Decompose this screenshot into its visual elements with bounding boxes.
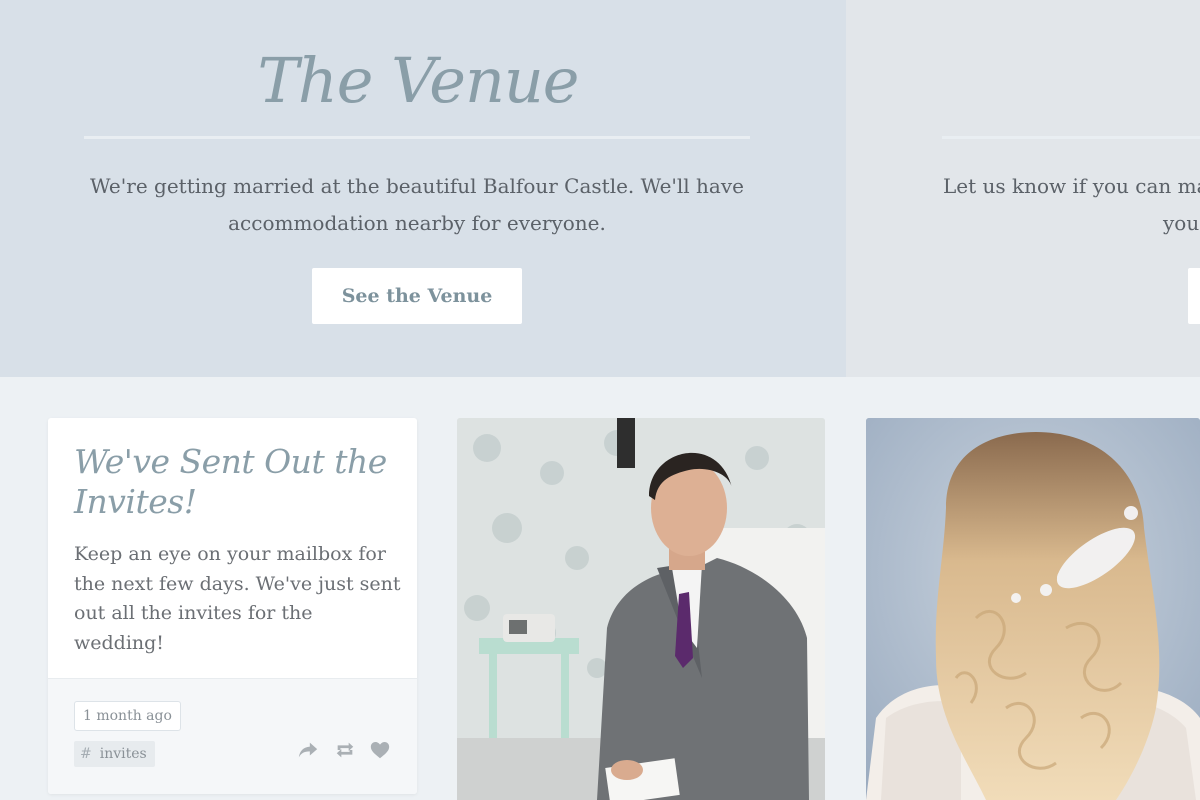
- post-body: Keep an eye on your mailbox for the next…: [74, 543, 401, 654]
- hash-icon: #: [80, 746, 92, 762]
- post-title[interactable]: We've Sent Out the Invites!: [74, 442, 404, 522]
- post-footer: 1 month ago # invites: [48, 678, 417, 794]
- venue-title: The Venue: [257, 44, 579, 117]
- tag-label: invites: [99, 746, 147, 762]
- groom-photo[interactable]: [457, 418, 825, 800]
- venue-panel: The Venue We're getting married at the b…: [0, 0, 846, 377]
- hero-section: The Venue We're getting married at the b…: [0, 0, 1200, 377]
- heart-icon[interactable]: [368, 739, 392, 763]
- post-timestamp[interactable]: 1 month ago: [74, 701, 181, 731]
- rsvp-panel: Let us know if you can ma you: [846, 0, 1200, 377]
- venue-description: We're getting married at the beautiful B…: [90, 174, 744, 235]
- see-venue-button[interactable]: See the Venue: [312, 268, 522, 324]
- rsvp-divider: [942, 136, 1200, 139]
- bride-illustration: [866, 418, 1200, 800]
- post-card: We've Sent Out the Invites! Keep an eye …: [48, 418, 417, 794]
- reblog-icon[interactable]: [333, 739, 357, 763]
- rsvp-line-2: you: [1163, 211, 1200, 235]
- rsvp-description: Let us know if you can ma you: [943, 168, 1200, 242]
- rsvp-button[interactable]: [1188, 268, 1200, 324]
- share-icon[interactable]: [297, 739, 321, 763]
- rsvp-line-1: Let us know if you can ma: [943, 174, 1200, 198]
- tag-invites[interactable]: # invites: [74, 741, 155, 767]
- venue-divider: [84, 136, 750, 139]
- bride-hair-photo[interactable]: [866, 418, 1200, 800]
- groom-illustration: [457, 418, 825, 800]
